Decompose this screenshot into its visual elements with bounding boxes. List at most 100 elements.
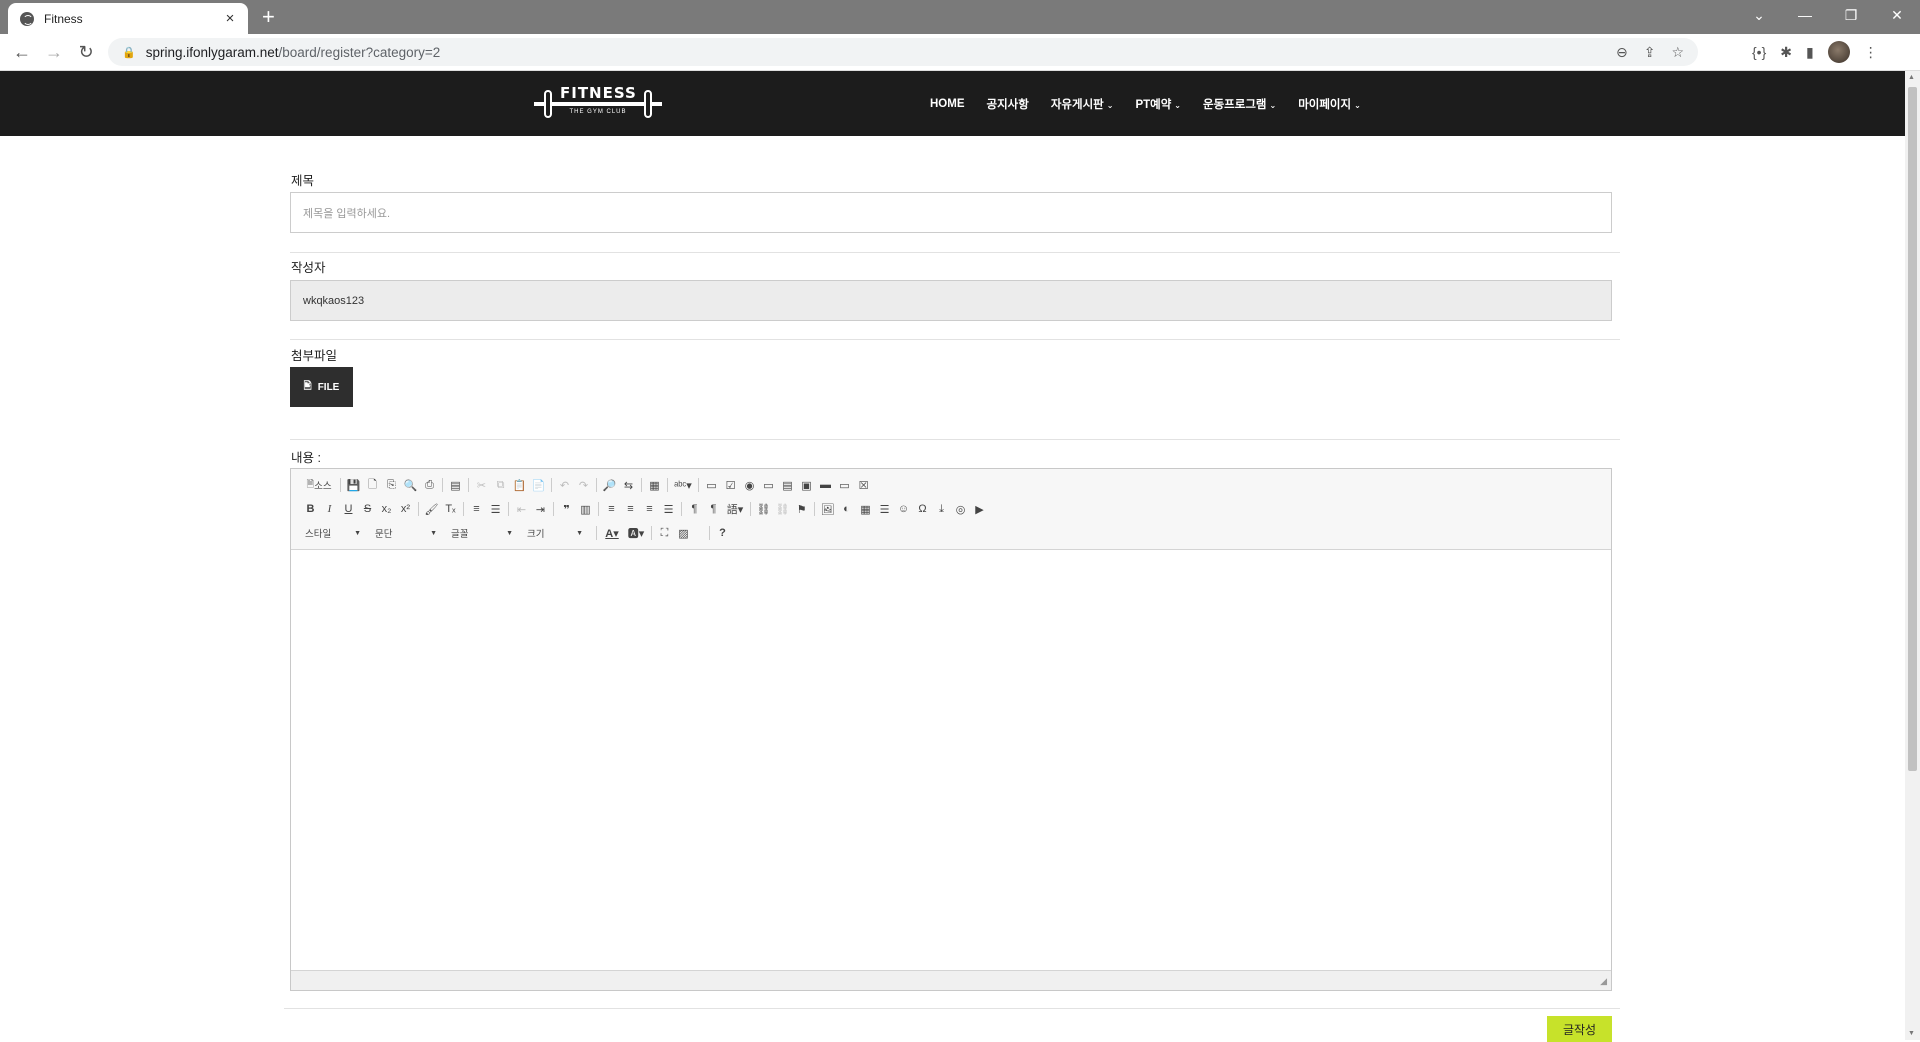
outdent-icon[interactable]: ⇤ xyxy=(512,501,531,517)
address-bar[interactable]: 🔒 spring.ifonlygaram.net /board/register… xyxy=(108,38,1698,66)
minimize-button[interactable]: — xyxy=(1782,0,1828,30)
page-break-icon[interactable]: ⤓ xyxy=(932,501,951,517)
unlink-icon[interactable]: ⛓ xyxy=(773,501,792,517)
restore-button[interactable]: ❐ xyxy=(1828,0,1874,30)
textarea-icon[interactable]: ▤ xyxy=(778,477,797,493)
bg-color-icon[interactable]: 🅰▾ xyxy=(624,525,648,541)
paste-icon[interactable]: 📋 xyxy=(510,477,529,493)
browser-tab[interactable]: Fitness × xyxy=(8,3,248,34)
align-center-icon[interactable]: ≡ xyxy=(621,501,640,517)
cut-icon[interactable]: ✂ xyxy=(472,477,491,493)
scroll-down-icon[interactable]: ▼ xyxy=(1908,1030,1915,1037)
undo-icon[interactable]: ↶ xyxy=(555,477,574,493)
editor-content-area[interactable] xyxy=(291,550,1611,972)
hidden-field-icon[interactable]: ☒ xyxy=(854,477,873,493)
checkbox-icon[interactable]: ☑ xyxy=(721,477,740,493)
font-combo[interactable]: 글꼴 ▼ xyxy=(447,525,517,541)
scrollbar-thumb[interactable] xyxy=(1908,87,1917,771)
nav-free-board[interactable]: 자유게시판 ⌄ xyxy=(1051,96,1114,112)
file-upload-button[interactable]: 🖹 FILE xyxy=(290,367,353,407)
nav-mypage[interactable]: 마이페이지 ⌄ xyxy=(1298,96,1361,112)
help-icon[interactable]: ? xyxy=(713,525,732,541)
puzzle-icon[interactable]: ✱ xyxy=(1780,44,1792,61)
special-char-icon[interactable]: Ω xyxy=(913,501,932,517)
ltr-icon[interactable]: ¶ xyxy=(685,501,704,517)
maximize-icon[interactable]: ⛶ xyxy=(655,525,674,541)
table-icon[interactable]: ▦ xyxy=(856,501,875,517)
templates-icon[interactable]: ▤ xyxy=(446,477,465,493)
strikethrough-icon[interactable]: S xyxy=(358,501,377,517)
language-icon[interactable]: 語▾ xyxy=(723,501,747,517)
lock-icon[interactable]: 🔒 xyxy=(122,46,136,59)
superscript-icon[interactable]: x² xyxy=(396,501,415,517)
radio-icon[interactable]: ◉ xyxy=(740,477,759,493)
resize-grip-icon[interactable]: ◢ xyxy=(1600,976,1607,987)
copy-icon[interactable]: ⧉ xyxy=(491,477,510,493)
new-tab-button[interactable]: + xyxy=(262,5,275,29)
div-container-icon[interactable]: ▥ xyxy=(576,501,595,517)
nav-home[interactable]: HOME xyxy=(930,98,965,110)
scroll-up-icon[interactable]: ▲ xyxy=(1908,74,1915,81)
preview-icon[interactable]: 🔍 xyxy=(401,477,420,493)
remove-format-icon[interactable]: Tₓ xyxy=(441,501,460,517)
nav-pt-reservation[interactable]: PT예약 ⌄ xyxy=(1135,96,1181,112)
textfield-icon[interactable]: ▭ xyxy=(759,477,778,493)
redo-icon[interactable]: ↷ xyxy=(574,477,593,493)
subscript-icon[interactable]: x₂ xyxy=(377,501,396,517)
source-button[interactable]: 🗎 소스 xyxy=(301,477,337,493)
underline-icon[interactable]: U xyxy=(339,501,358,517)
bulleted-list-icon[interactable]: ☰ xyxy=(486,501,505,517)
tab-search-icon[interactable]: ⌄ xyxy=(1736,0,1782,30)
bold-icon[interactable]: B xyxy=(301,501,320,517)
save-icon[interactable]: 💾 xyxy=(344,477,363,493)
site-logo[interactable]: FITNESS THE GYM CLUB xyxy=(534,84,662,124)
nav-notice[interactable]: 공지사항 xyxy=(987,96,1029,112)
format-combo[interactable]: 문단 ▼ xyxy=(371,525,441,541)
button-field-icon[interactable]: ▬ xyxy=(816,477,835,493)
iframe-icon[interactable]: ◎ xyxy=(951,501,970,517)
extension-icon[interactable]: {•} xyxy=(1752,44,1766,60)
page-scrollbar[interactable]: ▲ ▼ xyxy=(1905,71,1920,1040)
menu-kebab-icon[interactable]: ⋮ xyxy=(1864,44,1878,61)
spellcheck-icon[interactable]: ᵃᵇᶜ▾ xyxy=(671,477,695,493)
blockquote-icon[interactable]: ❞ xyxy=(557,501,576,517)
side-panel-icon[interactable]: ▮ xyxy=(1806,44,1814,61)
copy-format-icon[interactable]: 🖌 xyxy=(422,501,441,517)
forward-icon[interactable]: → xyxy=(42,42,66,62)
share-icon[interactable]: ⇪ xyxy=(1644,44,1656,61)
flash-icon[interactable]: ◐ xyxy=(837,501,856,517)
submit-button[interactable]: 글작성 xyxy=(1547,1016,1612,1042)
close-window-button[interactable]: ✕ xyxy=(1874,0,1920,30)
align-justify-icon[interactable]: ☰ xyxy=(659,501,678,517)
show-blocks-icon[interactable]: ▨ xyxy=(674,525,693,541)
horizontal-line-icon[interactable]: ☰ xyxy=(875,501,894,517)
export-pdf-icon[interactable]: ⎘ xyxy=(382,477,401,493)
profile-avatar[interactable] xyxy=(1827,41,1850,63)
replace-icon[interactable]: ⇆ xyxy=(619,477,638,493)
image-icon[interactable]: 🖼 xyxy=(818,501,837,517)
youtube-icon[interactable]: ▶ xyxy=(970,501,989,517)
size-combo[interactable]: 크기 ▼ xyxy=(523,525,587,541)
paste-text-icon[interactable]: 📄 xyxy=(529,477,548,493)
style-combo[interactable]: 스타일 ▼ xyxy=(301,525,365,541)
back-icon[interactable]: ← xyxy=(10,42,34,62)
nav-exercise-program[interactable]: 운동프로그램 ⌄ xyxy=(1203,96,1276,112)
find-icon[interactable]: 🔎 xyxy=(600,477,619,493)
form-icon[interactable]: ▭ xyxy=(702,477,721,493)
bookmark-star-icon[interactable]: ☆ xyxy=(1671,44,1684,61)
italic-icon[interactable]: I xyxy=(320,501,339,517)
rtl-icon[interactable]: ¶ xyxy=(704,501,723,517)
numbered-list-icon[interactable]: ≡ xyxy=(467,501,486,517)
select-field-icon[interactable]: ▣ xyxy=(797,477,816,493)
indent-icon[interactable]: ⇥ xyxy=(531,501,550,517)
reload-icon[interactable]: ↻ xyxy=(74,42,98,62)
smiley-icon[interactable]: ☺ xyxy=(894,501,913,517)
anchor-icon[interactable]: ⚑ xyxy=(792,501,811,517)
select-all-icon[interactable]: ▦ xyxy=(645,477,664,493)
link-icon[interactable]: ⛓ xyxy=(754,501,773,517)
image-button-icon[interactable]: ▭ xyxy=(835,477,854,493)
new-page-icon[interactable]: 🗋 xyxy=(363,477,382,493)
align-left-icon[interactable]: ≡ xyxy=(602,501,621,517)
align-right-icon[interactable]: ≡ xyxy=(640,501,659,517)
close-tab-icon[interactable]: × xyxy=(222,10,238,27)
